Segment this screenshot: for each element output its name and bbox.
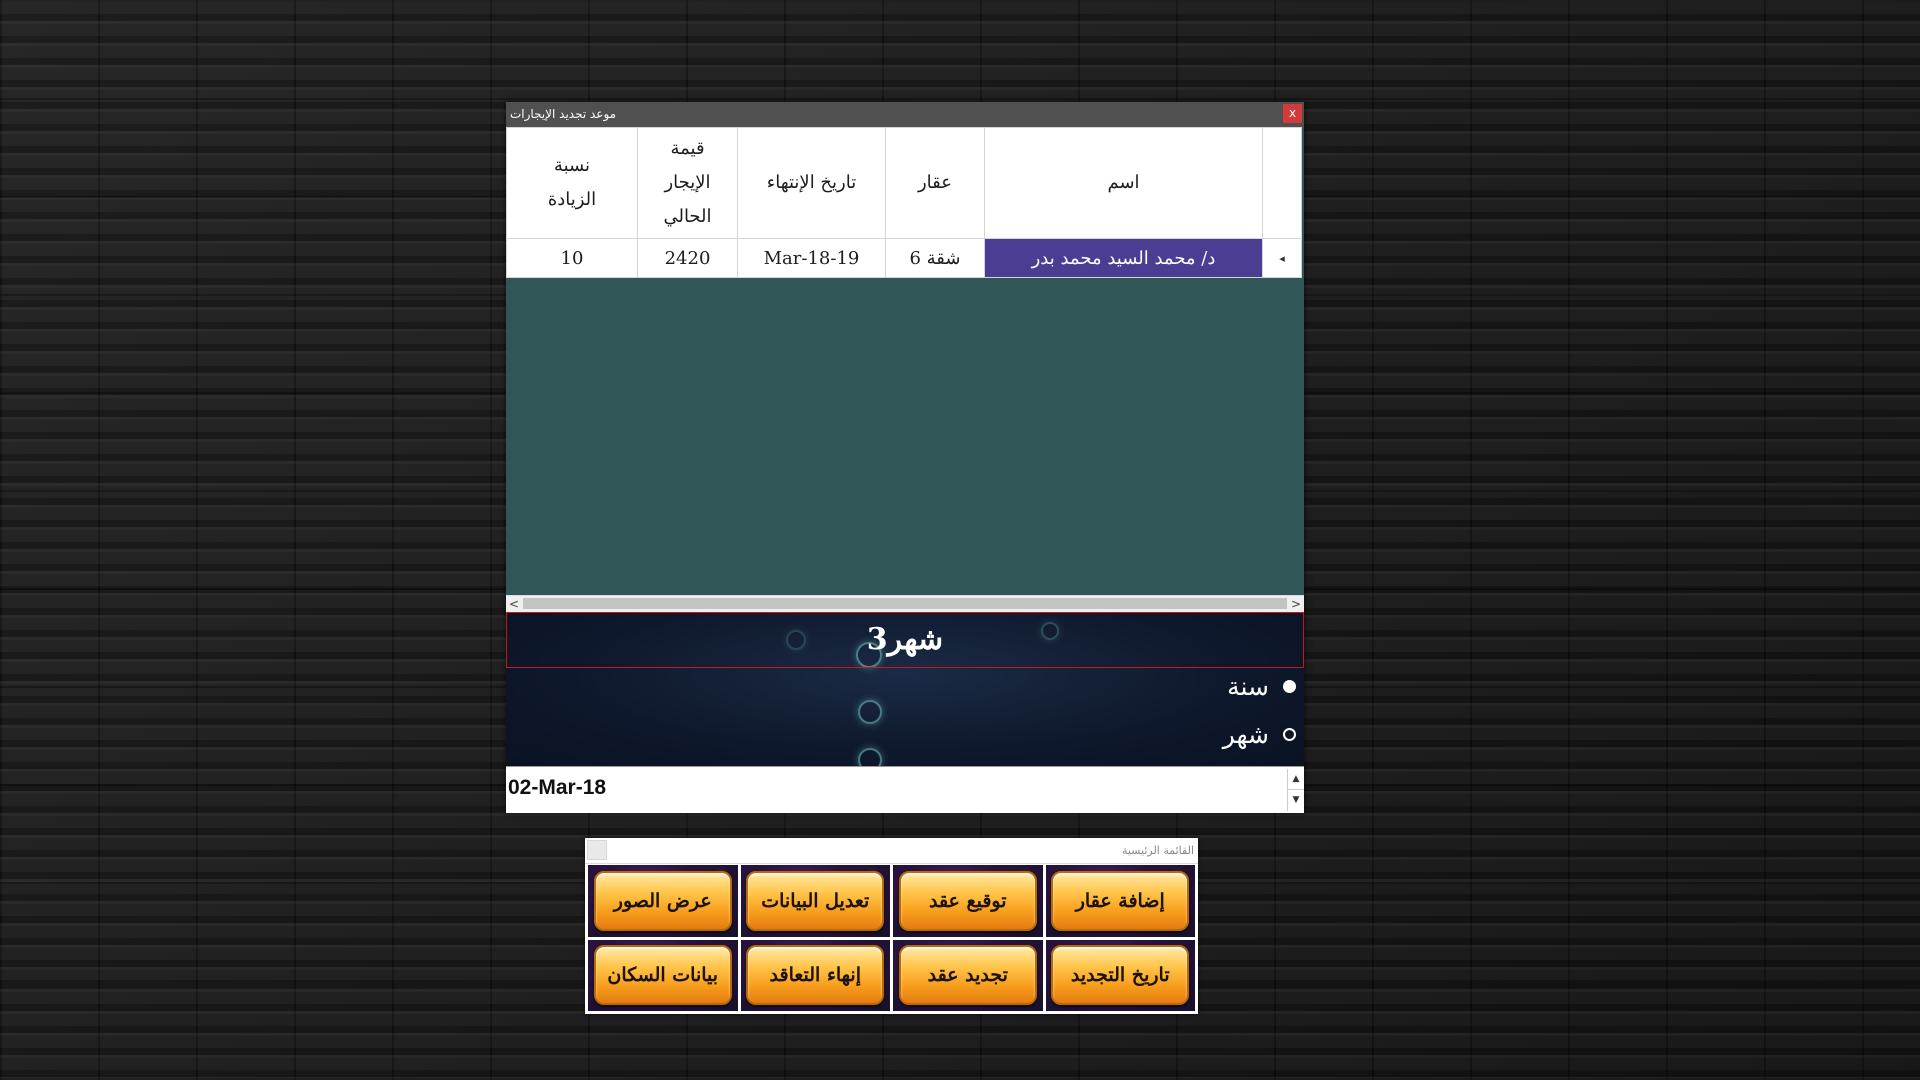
- radio-year-label: سنة: [1227, 671, 1269, 701]
- spin-down-icon[interactable]: ▼: [1288, 790, 1304, 810]
- radio-month-label: شهر: [1222, 719, 1269, 749]
- cell-increase-rate[interactable]: 10: [506, 238, 638, 278]
- menu-button-grid: إضافة عقار توقيع عقد تعديل البيانات عرض …: [588, 865, 1195, 1011]
- date-spinner[interactable]: ▲ ▼: [1287, 769, 1304, 811]
- radio-year[interactable]: سنة: [1227, 666, 1304, 706]
- cell-current-rent[interactable]: 2420: [637, 238, 738, 278]
- column-header-property[interactable]: عقار: [885, 127, 985, 239]
- period-display: 3شهر: [506, 612, 1304, 668]
- horizontal-scrollbar[interactable]: < >: [506, 595, 1304, 612]
- date-picker[interactable]: 02-Mar-18 ▲ ▼: [506, 766, 1304, 813]
- renew-contract-button[interactable]: تجديد عقد: [898, 945, 1037, 1006]
- close-button[interactable]: x: [1283, 104, 1302, 123]
- column-header-end-date[interactable]: تاريخ الإنتهاء: [737, 127, 886, 239]
- lease-renewal-window: موعد تجديد الإيجارات x اسم عقار تاريخ ال…: [506, 102, 1304, 813]
- menu-tile: بيانات السكان: [588, 939, 738, 1011]
- cell-property[interactable]: شقة 6: [885, 238, 985, 278]
- menu-title: القائمة الرئيسية: [1121, 844, 1194, 857]
- column-header-name[interactable]: اسم: [984, 127, 1263, 239]
- radio-selected-icon[interactable]: [1283, 679, 1296, 693]
- scroll-left-arrow[interactable]: <: [506, 596, 522, 612]
- column-header-increase-rate-label: نسبة الزيادة: [547, 155, 597, 210]
- column-header-current-rent[interactable]: قيمة الإيجار الحالي: [637, 127, 738, 239]
- bubble-decoration: [858, 700, 882, 724]
- menu-tile: إضافة عقار: [1045, 865, 1195, 937]
- scrollbar-thumb[interactable]: [523, 598, 1287, 609]
- add-property-button[interactable]: إضافة عقار: [1051, 870, 1190, 931]
- period-panel: 3شهر سنة شهر: [506, 612, 1304, 766]
- show-images-button[interactable]: عرض الصور: [593, 870, 732, 931]
- window-titlebar: موعد تجديد الإيجارات x: [506, 102, 1304, 127]
- radio-unselected-icon[interactable]: [1283, 727, 1296, 741]
- table-header-row: اسم عقار تاريخ الإنتهاء قيمة الإيجار الح…: [506, 127, 1302, 239]
- menu-tile: تاريخ التجديد: [1045, 939, 1195, 1011]
- menu-tile: إنهاء التعاقد: [740, 939, 890, 1011]
- cell-name[interactable]: د/ محمد السيد محمد بدر: [984, 238, 1263, 278]
- radio-month[interactable]: شهر: [1223, 714, 1304, 754]
- row-selector-header: [1262, 127, 1302, 239]
- menu-titlebar: القائمة الرئيسية: [585, 838, 1198, 864]
- renewal-date-button[interactable]: تاريخ التجديد: [1051, 945, 1190, 1006]
- scroll-right-arrow[interactable]: >: [1288, 596, 1304, 612]
- leases-table: اسم عقار تاريخ الإنتهاء قيمة الإيجار الح…: [506, 127, 1302, 278]
- date-value[interactable]: 02-Mar-18: [508, 776, 606, 800]
- window-title: موعد تجديد الإيجارات: [510, 107, 617, 121]
- bubble-decoration: [858, 748, 882, 766]
- cell-end-date[interactable]: Mar-18-19: [737, 238, 886, 278]
- spin-up-icon[interactable]: ▲: [1288, 769, 1304, 790]
- menu-tile: تعديل البيانات: [740, 865, 890, 937]
- end-contract-button[interactable]: إنهاء التعاقد: [746, 945, 885, 1006]
- sign-contract-button[interactable]: توقيع عقد: [898, 870, 1037, 931]
- tenants-data-button[interactable]: بيانات السكان: [593, 945, 732, 1006]
- menu-tile: توقيع عقد: [893, 865, 1043, 937]
- table-row[interactable]: ◂ د/ محمد السيد محمد بدر شقة 6 Mar-18-19…: [506, 238, 1302, 278]
- menu-tile: عرض الصور: [588, 865, 738, 937]
- edit-data-button[interactable]: تعديل البيانات: [746, 870, 885, 931]
- column-header-increase-rate[interactable]: نسبة الزيادة: [506, 127, 638, 239]
- column-header-current-rent-label: قيمة الإيجار الحالي: [663, 138, 712, 227]
- row-selector-arrow[interactable]: ◂: [1262, 238, 1302, 278]
- menu-system-icon[interactable]: [587, 840, 607, 860]
- main-menu-window: القائمة الرئيسية إضافة عقار توقيع عقد تع…: [585, 838, 1198, 1014]
- menu-tile: تجديد عقد: [893, 939, 1043, 1011]
